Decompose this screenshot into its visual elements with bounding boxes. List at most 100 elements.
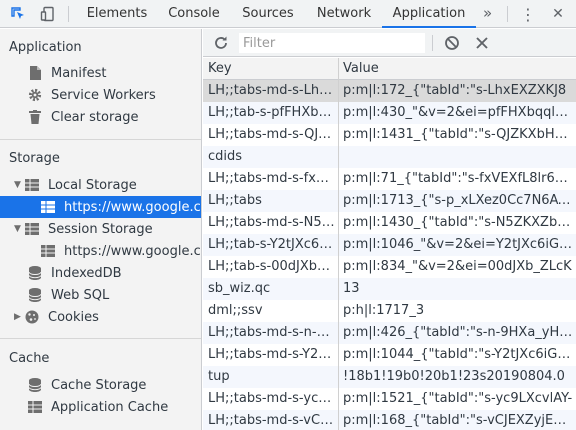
- grid-icon: [40, 243, 56, 259]
- row-value: p:m|l:1431_{"tabId":"s-QJZKXbHDD: [343, 127, 573, 142]
- table-row[interactable]: dml;;ssv p:h|l:1717_3: [203, 300, 576, 322]
- table-row[interactable]: LH;;tabs-md-s-n-9HXa_yH9P p:m|l:426_{"tab…: [203, 322, 576, 344]
- grid-icon: [24, 221, 40, 237]
- table-row[interactable]: LH;;tabs-md-s-yc9LXcvlAY p:m|l:1521_{"tab…: [203, 388, 576, 410]
- expand-triangle-icon[interactable]: ▼: [14, 180, 24, 190]
- sidebar-item-session-storage-google[interactable]: https://www.google.com: [0, 240, 201, 262]
- database-icon: [27, 265, 43, 281]
- section-divider: [0, 338, 201, 339]
- row-key: sb_wiz.qc: [208, 281, 271, 296]
- sidebar-item-label: Manifest: [51, 65, 107, 81]
- trash-icon: [27, 109, 43, 125]
- row-key: dml;;ssv: [208, 303, 263, 318]
- cookie-icon: [24, 309, 40, 325]
- section-title-application: Application: [9, 40, 82, 55]
- row-key: LH;;tabs-md-s-N5ZKXZbOC: [208, 215, 335, 230]
- table-row[interactable]: LH;;tab-s-Y2tJXc6iGOa p:m|l:1046_"&v=2&ei…: [203, 234, 576, 256]
- sidebar-item-label: https://www.google.com: [64, 199, 201, 215]
- tab-sources[interactable]: Sources: [234, 0, 302, 28]
- row-key: LH;;tabs-md-s-vCJEXZyjEa3J: [208, 413, 335, 428]
- table-row[interactable]: LH;;tab-s-pfFHXbqql6L3 p:m|l:430_"&v=2&ei…: [203, 102, 576, 124]
- sidebar-item-label: Clear storage: [51, 109, 139, 125]
- sidebar-item-local-storage-google[interactable]: https://www.google.com: [0, 196, 201, 218]
- table-row[interactable]: LH;;tabs-md-s-Y2tJXc6iGOa p:m|l:1044_{"ta…: [203, 344, 576, 366]
- grid-icon: [27, 399, 43, 415]
- section-title-storage: Storage: [9, 151, 60, 166]
- clear-all-icon[interactable]: [442, 33, 462, 53]
- sidebar-item-label: Cache Storage: [51, 377, 147, 393]
- document-icon: [27, 65, 43, 81]
- row-value: p:m|l:1713_{"s-p_xLXez0Cc7N6AT9: [343, 193, 573, 208]
- sidebar-item-local-storage[interactable]: ▼ Local Storage: [0, 174, 201, 196]
- toolbar-divider: [68, 6, 69, 22]
- row-value: p:h|l:1717_3: [343, 303, 425, 318]
- sidebar-item-label: https://www.google.com: [64, 243, 201, 259]
- column-header-key[interactable]: Key: [208, 61, 232, 76]
- table-row[interactable]: LH;;tab-s-00dJXb_ZLcK p:m|l:834_"&v=2&ei=…: [203, 256, 576, 278]
- sidebar-item-session-storage[interactable]: ▼ Session Storage: [0, 218, 201, 240]
- row-value: 13: [343, 281, 360, 296]
- device-toolbar-icon[interactable]: [38, 4, 58, 24]
- inspect-element-icon[interactable]: [8, 4, 28, 24]
- table-row[interactable]: LH;;tabs p:m|l:1713_{"s-p_xLXez0Cc7N6AT9: [203, 190, 576, 212]
- row-key: LH;;tabs-md-s-QJZKXbHDD: [208, 127, 335, 142]
- more-tabs-icon[interactable]: »: [483, 0, 492, 28]
- table-row[interactable]: LH;;tabs-md-s-LhxEXZXKJ8 p:m|l:172_{"tabI…: [203, 80, 576, 102]
- sidebar-item-label: Web SQL: [51, 287, 110, 303]
- row-key: LH;;tab-s-pfFHXbqql6L3: [208, 105, 335, 120]
- table-row[interactable]: LH;;tabs-md-s-fxVEXfL8lr6Hw p:m|l:71_{"ta…: [203, 168, 576, 190]
- database-icon: [27, 287, 43, 303]
- table-row[interactable]: cdids: [203, 146, 576, 168]
- table-row[interactable]: sb_wiz.qc 13: [203, 278, 576, 300]
- row-value: p:m|l:71_{"tabId":"s-fxVEXfL8lr6Hw: [343, 171, 573, 186]
- sidebar-item-cache-storage[interactable]: Cache Storage: [0, 374, 201, 396]
- sidebar-item-clear-storage[interactable]: Clear storage: [0, 106, 201, 128]
- row-key: LH;;tab-s-Y2tJXc6iGOa: [208, 237, 335, 252]
- row-key: LH;;tabs-md-s-Y2tJXc6iGOa: [208, 347, 335, 362]
- grid-icon: [40, 199, 56, 215]
- sidebar-item-label: Cookies: [48, 309, 99, 325]
- kebab-menu-icon[interactable]: ⋮: [518, 4, 538, 24]
- row-key: LH;;tabs-md-s-LhxEXZXKJ8: [208, 83, 335, 98]
- collapse-triangle-icon[interactable]: ▶: [14, 312, 24, 322]
- table-row[interactable]: tup !18b1!19b0!20b1!23s20190804.0: [203, 366, 576, 388]
- sidebar-item-application-cache[interactable]: Application Cache: [0, 396, 201, 418]
- table-row[interactable]: LH;;tabs-md-s-vCJEXZyjEa3J p:m|l:168_{"ta…: [203, 410, 576, 430]
- storage-panel: Key Value LH;;tabs-md-s-LhxEXZXKJ8 p:m|l:…: [203, 29, 576, 430]
- column-header-value[interactable]: Value: [343, 61, 379, 76]
- table-row[interactable]: LH;;tabs-md-s-N5ZKXZbOC p:m|l:1430_{"tabI…: [203, 212, 576, 234]
- tab-elements[interactable]: Elements: [80, 0, 154, 28]
- grid-icon: [24, 177, 40, 193]
- sidebar-item-web-sql[interactable]: Web SQL: [0, 284, 201, 306]
- sidebar-item-indexeddb[interactable]: IndexedDB: [0, 262, 201, 284]
- section-title-cache: Cache: [9, 351, 50, 366]
- row-key: LH;;tabs-md-s-fxVEXfL8lr6Hw: [208, 171, 335, 186]
- tab-console[interactable]: Console: [160, 0, 228, 28]
- sidebar-item-label: IndexedDB: [51, 265, 122, 281]
- row-key: LH;;tabs: [208, 193, 262, 208]
- row-value: p:m|l:1430_{"tabId":"s-N5ZKXZbOC: [343, 215, 573, 230]
- row-key: tup: [208, 369, 230, 384]
- row-key: LH;;tabs-md-s-n-9HXa_yH9P: [208, 325, 335, 340]
- close-devtools-icon[interactable]: ✕: [548, 4, 568, 24]
- filter-input[interactable]: [239, 33, 425, 53]
- row-value: p:m|l:1521_{"tabId":"s-yc9LXcvlAY-: [343, 391, 573, 406]
- row-key: cdids: [208, 149, 243, 164]
- database-icon: [27, 377, 43, 393]
- row-key: LH;;tabs-md-s-yc9LXcvlAY: [208, 391, 335, 406]
- table-row[interactable]: LH;;tabs-md-s-QJZKXbHDD p:m|l:1431_{"tabI…: [203, 124, 576, 146]
- sidebar-item-service-workers[interactable]: Service Workers: [0, 84, 201, 106]
- sidebar-item-cookies[interactable]: ▶ Cookies: [0, 306, 201, 328]
- sidebar-item-label: Service Workers: [51, 87, 156, 103]
- application-sidebar: Application Manifest Service Workers Cle…: [0, 29, 202, 430]
- row-value: p:m|l:834_"&v=2&ei=00dJXb_ZLcK: [343, 259, 572, 274]
- column-divider[interactable]: [338, 58, 339, 430]
- refresh-icon[interactable]: [211, 33, 231, 53]
- sidebar-item-manifest[interactable]: Manifest: [0, 62, 201, 84]
- expand-triangle-icon[interactable]: ▼: [14, 224, 24, 234]
- delete-selected-icon[interactable]: [472, 33, 492, 53]
- tab-application[interactable]: Application: [382, 0, 476, 28]
- row-value: p:m|l:430_"&v=2&ei=pfFHXbqql6L3: [343, 105, 573, 120]
- table-header: Key Value: [203, 58, 576, 80]
- tab-network[interactable]: Network: [308, 0, 380, 28]
